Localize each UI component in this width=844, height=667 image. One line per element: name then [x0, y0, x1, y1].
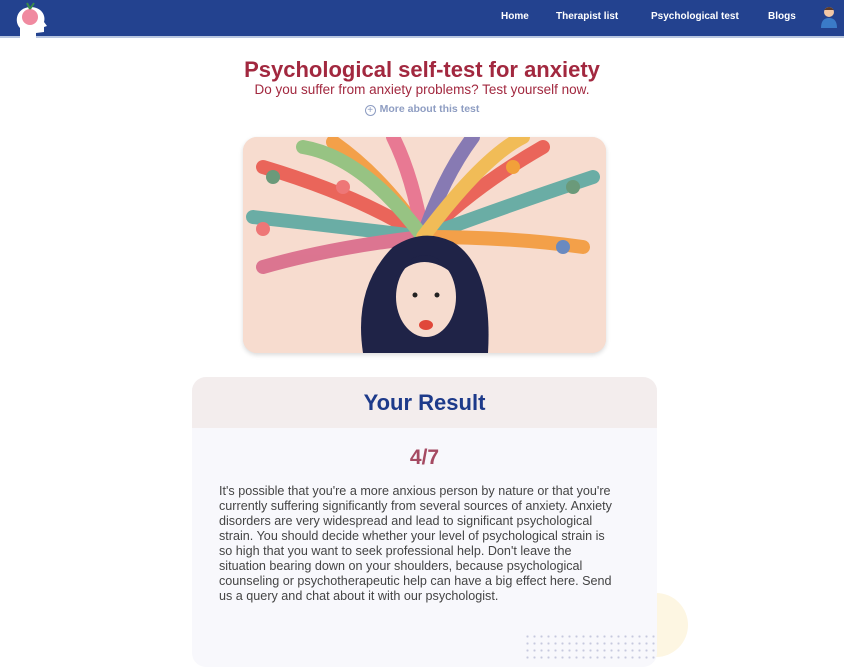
result-heading: Your Result — [192, 377, 657, 428]
result-card: Your Result 4/7 It's possible that you'r… — [192, 377, 657, 667]
nav-therapist-list[interactable]: Therapist list — [556, 11, 618, 22]
plus-circle-icon: + — [364, 105, 376, 116]
more-about-label: More about this test — [379, 103, 480, 115]
nav-psychological-test[interactable]: Psychological test — [651, 11, 739, 22]
user-avatar-icon[interactable] — [820, 6, 838, 28]
nav-home[interactable]: Home — [501, 11, 529, 22]
decorative-dots — [524, 633, 658, 659]
result-description: It's possible that you're a more anxious… — [219, 484, 612, 603]
top-navbar: Home Therapist list Psychological test B… — [0, 0, 844, 38]
nav-blogs[interactable]: Blogs — [768, 11, 796, 22]
page-title: Psychological self-test for anxiety — [244, 57, 600, 82]
result-score: 4/7 — [409, 446, 440, 469]
page-subtitle: Do you suffer from anxiety problems? Tes… — [254, 82, 590, 97]
head-brain-icon[interactable] — [14, 2, 48, 38]
more-about-test-link[interactable]: + More about this test — [0, 103, 844, 116]
anxiety-illustration — [243, 137, 606, 353]
